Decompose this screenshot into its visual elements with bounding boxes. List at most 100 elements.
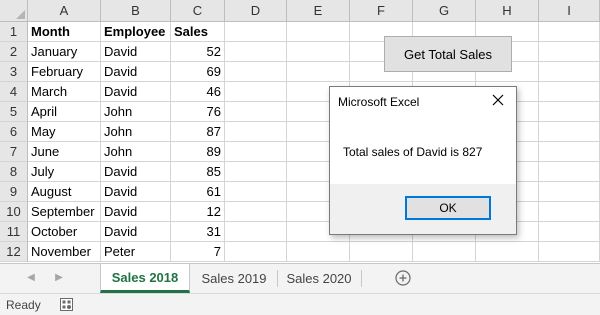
- cell-a3[interactable]: February: [28, 62, 101, 82]
- chevron-left-icon[interactable]: ◀: [26, 272, 36, 284]
- get-total-sales-button[interactable]: Get Total Sales: [384, 36, 512, 72]
- cell-i3[interactable]: [539, 62, 600, 82]
- row-header-5[interactable]: 5: [0, 102, 28, 122]
- column-header-f[interactable]: F: [350, 0, 413, 22]
- cell-c6[interactable]: 87: [171, 122, 225, 142]
- cell-d11[interactable]: [225, 222, 287, 242]
- cell-i8[interactable]: [539, 162, 600, 182]
- cell-e12[interactable]: [287, 242, 350, 262]
- cell-c3[interactable]: 69: [171, 62, 225, 82]
- cell-i4[interactable]: [539, 82, 600, 102]
- cell-d3[interactable]: [225, 62, 287, 82]
- cell-a11[interactable]: October: [28, 222, 101, 242]
- row-header-12[interactable]: 12: [0, 242, 28, 262]
- column-header-i[interactable]: I: [539, 0, 600, 22]
- plus-circle-icon[interactable]: [395, 270, 411, 286]
- macro-record-icon[interactable]: [60, 298, 73, 311]
- cell-c12[interactable]: 7: [171, 242, 225, 262]
- cell-b10[interactable]: David: [101, 202, 171, 222]
- cell-a12[interactable]: November: [28, 242, 101, 262]
- cell-e2[interactable]: [287, 42, 350, 62]
- cell-d4[interactable]: [225, 82, 287, 102]
- cell-i7[interactable]: [539, 142, 600, 162]
- row-header-6[interactable]: 6: [0, 122, 28, 142]
- cell-d1[interactable]: [225, 22, 287, 42]
- cell-d5[interactable]: [225, 102, 287, 122]
- select-all-corner[interactable]: [0, 0, 28, 22]
- column-header-e[interactable]: E: [287, 0, 350, 22]
- header-cell-c1[interactable]: Sales: [171, 22, 225, 42]
- cell-b9[interactable]: David: [101, 182, 171, 202]
- cell-d2[interactable]: [225, 42, 287, 62]
- cell-c2[interactable]: 52: [171, 42, 225, 62]
- cell-c5[interactable]: 76: [171, 102, 225, 122]
- row-header-4[interactable]: 4: [0, 82, 28, 102]
- cell-b6[interactable]: John: [101, 122, 171, 142]
- cell-i12[interactable]: [539, 242, 600, 262]
- row-header-1[interactable]: 1: [0, 22, 28, 42]
- cell-b3[interactable]: David: [101, 62, 171, 82]
- column-header-a[interactable]: A: [28, 0, 101, 22]
- tab-sales-2018[interactable]: Sales 2018: [100, 264, 190, 293]
- column-header-d[interactable]: D: [225, 0, 287, 22]
- cell-b7[interactable]: John: [101, 142, 171, 162]
- header-cell-a1[interactable]: Month: [28, 22, 101, 42]
- cell-a9[interactable]: August: [28, 182, 101, 202]
- cell-i10[interactable]: [539, 202, 600, 222]
- cell-a6[interactable]: May: [28, 122, 101, 142]
- row-header-7[interactable]: 7: [0, 142, 28, 162]
- cell-i6[interactable]: [539, 122, 600, 142]
- cell-c4[interactable]: 46: [171, 82, 225, 102]
- tab-sales-2020[interactable]: Sales 2020: [278, 264, 360, 293]
- cell-a5[interactable]: April: [28, 102, 101, 122]
- cell-a8[interactable]: July: [28, 162, 101, 182]
- cell-b2[interactable]: David: [101, 42, 171, 62]
- tab-sales-2019[interactable]: Sales 2019: [191, 264, 277, 293]
- cell-i5[interactable]: [539, 102, 600, 122]
- cell-a7[interactable]: June: [28, 142, 101, 162]
- cell-e3[interactable]: [287, 62, 350, 82]
- cell-d10[interactable]: [225, 202, 287, 222]
- close-icon[interactable]: [490, 92, 506, 108]
- column-header-c[interactable]: C: [171, 0, 225, 22]
- ok-button[interactable]: OK: [405, 196, 491, 220]
- cell-a10[interactable]: September: [28, 202, 101, 222]
- cell-a4[interactable]: March: [28, 82, 101, 102]
- column-header-h[interactable]: H: [476, 0, 539, 22]
- column-header-b[interactable]: B: [101, 0, 171, 22]
- row-header-8[interactable]: 8: [0, 162, 28, 182]
- cell-d7[interactable]: [225, 142, 287, 162]
- cell-b12[interactable]: Peter: [101, 242, 171, 262]
- row-header-2[interactable]: 2: [0, 42, 28, 62]
- cell-a2[interactable]: January: [28, 42, 101, 62]
- cell-i2[interactable]: [539, 42, 600, 62]
- cell-b11[interactable]: David: [101, 222, 171, 242]
- cell-d6[interactable]: [225, 122, 287, 142]
- cell-b4[interactable]: David: [101, 82, 171, 102]
- row-header-10[interactable]: 10: [0, 202, 28, 222]
- cell-f12[interactable]: [350, 242, 413, 262]
- cell-i9[interactable]: [539, 182, 600, 202]
- row-header-3[interactable]: 3: [0, 62, 28, 82]
- cell-c8[interactable]: 85: [171, 162, 225, 182]
- cell-i1[interactable]: [539, 22, 600, 42]
- row-header-11[interactable]: 11: [0, 222, 28, 242]
- cell-e1[interactable]: [287, 22, 350, 42]
- cell-g12[interactable]: [413, 242, 476, 262]
- cell-d9[interactable]: [225, 182, 287, 202]
- cell-c11[interactable]: 31: [171, 222, 225, 242]
- cell-i11[interactable]: [539, 222, 600, 242]
- cell-h12[interactable]: [476, 242, 539, 262]
- row-header-9[interactable]: 9: [0, 182, 28, 202]
- cell-c9[interactable]: 61: [171, 182, 225, 202]
- column-header-g[interactable]: G: [413, 0, 476, 22]
- cell-c7[interactable]: 89: [171, 142, 225, 162]
- header-cell-b1[interactable]: Employee: [101, 22, 171, 42]
- chevron-right-icon[interactable]: ▶: [54, 272, 64, 284]
- spreadsheet-grid[interactable]: ABCDEFGHI 1 2 3 4 5 6 7 8 9 10 11 12 Month Employee S…: [0, 0, 600, 263]
- cell-d12[interactable]: [225, 242, 287, 262]
- cell-c10[interactable]: 12: [171, 202, 225, 222]
- cell-b5[interactable]: John: [101, 102, 171, 122]
- cell-b8[interactable]: David: [101, 162, 171, 182]
- cell-d8[interactable]: [225, 162, 287, 182]
